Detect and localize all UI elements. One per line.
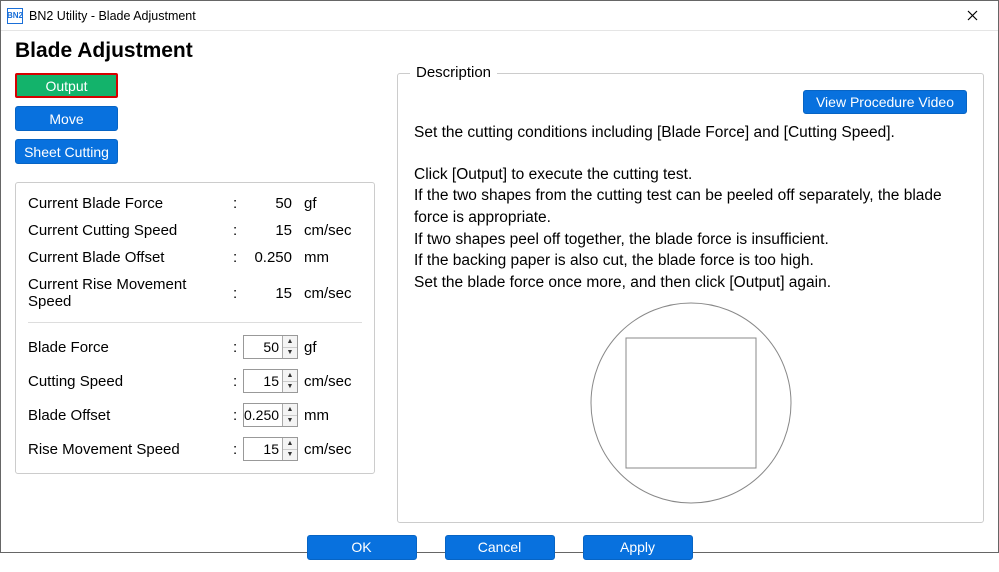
colon: : [233,285,243,302]
stepper-down-icon[interactable]: ▼ [283,416,297,427]
stepper-up-icon[interactable]: ▲ [283,370,297,382]
parameters-panel: Current Blade Force : 50 gf Current Cutt… [15,182,375,474]
value: 15 [243,285,298,302]
desc-line: If the backing paper is also cut, the bl… [414,250,967,272]
unit: cm/sec [298,222,363,239]
rise-speed-input[interactable] [244,438,282,460]
rise-speed-stepper[interactable]: ▲ ▼ [243,437,298,461]
colon: : [233,339,243,356]
stepper-up-icon[interactable]: ▲ [283,336,297,348]
value: 15 [243,222,298,239]
app-icon: BN2 [7,8,23,24]
description-panel: Description View Procedure Video Set the… [397,73,984,523]
colon: : [233,407,243,424]
blade-force-input[interactable] [244,336,282,358]
output-button[interactable]: Output [15,73,118,98]
label: Current Rise Movement Speed [28,276,233,310]
blade-offset-input[interactable] [244,404,282,426]
label: Current Cutting Speed [28,222,233,239]
titlebar: BN2 BN2 Utility - Blade Adjustment [1,1,998,31]
blade-offset-row: Blade Offset : ▲ ▼ mm [28,403,362,427]
current-blade-offset-row: Current Blade Offset : 0.250 mm [28,249,362,266]
colon: : [233,441,243,458]
blade-force-stepper[interactable]: ▲ ▼ [243,335,298,359]
unit: cm/sec [298,285,363,302]
description-heading: Description [410,64,497,81]
sheet-cutting-button[interactable]: Sheet Cutting [15,139,118,164]
unit: gf [298,339,363,356]
unit: gf [298,195,363,212]
description-text: Set the cutting conditions including [Bl… [414,122,967,294]
cutting-test-diagram [414,298,967,508]
footer-buttons: OK Cancel Apply [15,535,984,560]
unit: cm/sec [298,373,363,390]
view-procedure-video-button[interactable]: View Procedure Video [803,90,967,114]
label: Cutting Speed [28,373,233,390]
colon: : [233,373,243,390]
stepper-down-icon[interactable]: ▼ [283,348,297,359]
colon: : [233,222,243,239]
cutting-speed-row: Cutting Speed : ▲ ▼ cm/sec [28,369,362,393]
current-cutting-speed-row: Current Cutting Speed : 15 cm/sec [28,222,362,239]
desc-line: If two shapes peel off together, the bla… [414,229,967,251]
page-title: Blade Adjustment [15,39,984,63]
stepper-up-icon[interactable]: ▲ [283,404,297,416]
label: Current Blade Offset [28,249,233,266]
cutting-speed-input[interactable] [244,370,282,392]
current-blade-force-row: Current Blade Force : 50 gf [28,195,362,212]
unit: mm [298,249,363,266]
rise-speed-row: Rise Movement Speed : ▲ ▼ cm/sec [28,437,362,461]
cutting-speed-stepper[interactable]: ▲ ▼ [243,369,298,393]
label: Blade Offset [28,407,233,424]
value: 0.250 [243,249,298,266]
colon: : [233,195,243,212]
colon: : [233,249,243,266]
left-panel: Output Move Sheet Cutting Current Blade … [15,73,375,523]
stepper-up-icon[interactable]: ▲ [283,438,297,450]
desc-line: Set the cutting conditions including [Bl… [414,122,967,144]
value: 50 [243,195,298,212]
label: Rise Movement Speed [28,441,233,458]
stepper-down-icon[interactable]: ▼ [283,382,297,393]
cancel-button[interactable]: Cancel [445,535,555,560]
apply-button[interactable]: Apply [583,535,693,560]
stepper-down-icon[interactable]: ▼ [283,450,297,461]
label: Blade Force [28,339,233,356]
unit: cm/sec [298,441,363,458]
desc-line: If the two shapes from the cutting test … [414,185,967,228]
close-icon[interactable] [952,2,992,30]
desc-line: Set the blade force once more, and then … [414,272,967,294]
divider [28,322,362,323]
blade-offset-stepper[interactable]: ▲ ▼ [243,403,298,427]
desc-line: Click [Output] to execute the cutting te… [414,164,967,186]
blade-force-row: Blade Force : ▲ ▼ gf [28,335,362,359]
move-button[interactable]: Move [15,106,118,131]
label: Current Blade Force [28,195,233,212]
window-title: BN2 Utility - Blade Adjustment [29,9,196,23]
current-rise-speed-row: Current Rise Movement Speed : 15 cm/sec [28,276,362,310]
ok-button[interactable]: OK [307,535,417,560]
unit: mm [298,407,363,424]
